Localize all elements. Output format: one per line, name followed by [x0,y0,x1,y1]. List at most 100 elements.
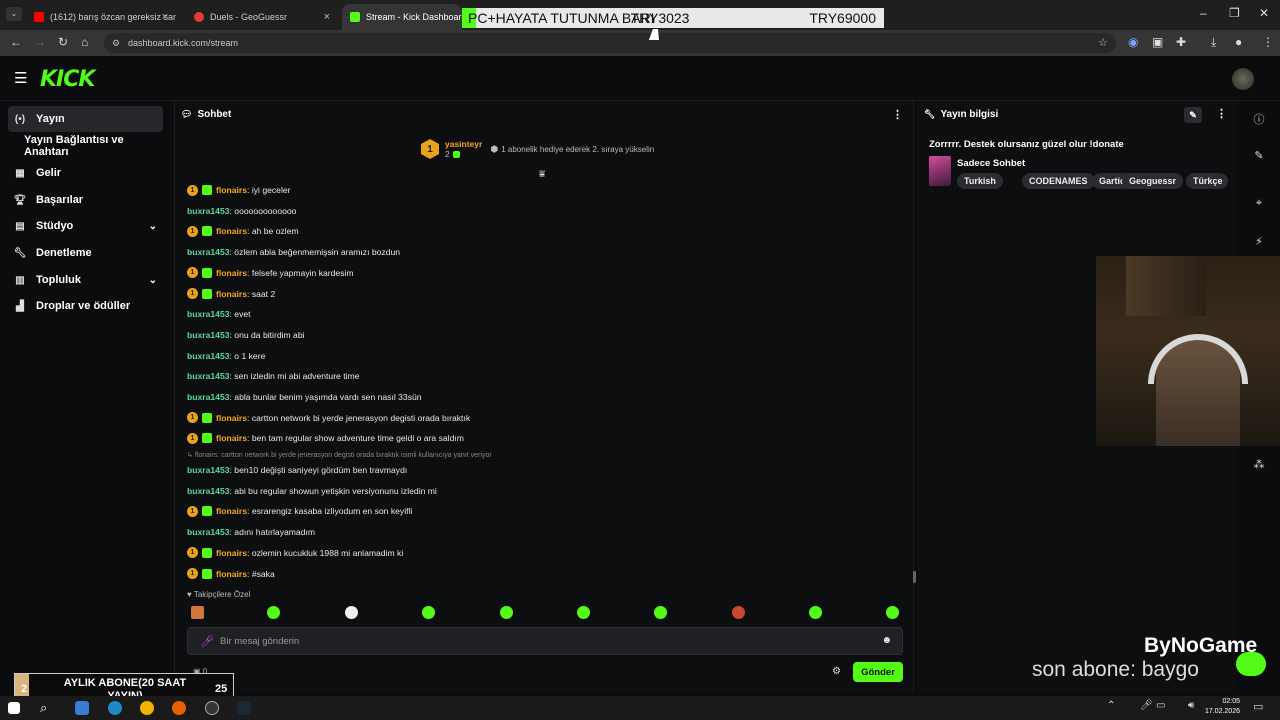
sidebar-item-denetleme[interactable]: 🔧︎ Denetleme [8,240,163,266]
sidebar-item-basarilar[interactable]: 🏆︎ Başarılar [8,187,163,213]
tab-kick-dashboard[interactable]: Stream - Kick Dashboard [342,4,462,30]
tray-volume-icon[interactable]: 🔊︎ [1188,700,1194,711]
chat-username[interactable]: flonairs [216,226,247,236]
emoji-picker-icon[interactable]: ☻ [881,635,892,646]
share-icon[interactable]: ⁂ [1252,458,1266,471]
kick-logo[interactable]: KICK [40,67,95,92]
copilot-icon[interactable] [75,701,89,715]
notification-icon[interactable]: ▭ [1253,700,1263,713]
chat-username[interactable]: buxra1453 [187,247,230,257]
tab-list-button[interactable]: ⌄ [6,7,22,21]
emote-icon[interactable] [345,606,358,619]
forward-icon[interactable]: → [34,35,46,49]
site-info-icon[interactable]: ⚙ [112,33,120,53]
sidebar-item-stream-key[interactable]: Yayın Bağlantısı ve Anahtarı [8,133,163,159]
profile-icon[interactable]: ● [1235,35,1242,49]
home-icon[interactable]: ⌂ [81,35,88,49]
puzzle-icon[interactable]: ✚ [1176,35,1186,49]
chat-username[interactable]: flonairs [216,569,247,579]
tag-codenames[interactable]: CODENAMES [1022,173,1095,189]
emote-icon[interactable] [886,606,899,619]
chat-settings-icon[interactable]: ⚙ [832,666,841,677]
emote-icon[interactable] [654,606,667,619]
search-icon[interactable]: ⌕ [40,700,47,716]
info-menu-icon[interactable]: ⋮ [1216,107,1227,120]
address-bar[interactable]: ⚙ dashboard.kick.com/stream ☆ [104,33,1116,53]
tag-geoguessr[interactable]: Geoguessr [1122,173,1184,189]
steam-icon[interactable] [237,701,251,715]
category-name[interactable]: Sadece Sohbet [957,158,1025,169]
sidebar-item-studyo[interactable]: ▤ Stüdyo ⌄ [8,213,163,239]
lightning-icon[interactable]: ⚡︎ [1252,235,1266,248]
sidebar-item-gelir[interactable]: ▦ Gelir [8,160,163,186]
chat-username[interactable]: buxra1453 [187,486,230,496]
clock[interactable]: 02:05 17.02.2026 [1204,697,1240,717]
chevron-down-icon[interactable]: ⌄ [149,275,157,286]
bookmark-star-icon[interactable]: ☆ [1098,33,1108,53]
chat-username[interactable]: flonairs [216,289,247,299]
scroll-to-bottom-icon[interactable]: ⩸ [539,169,545,180]
sidebar-item-droplar[interactable]: ▟ Droplar ve ödüller [8,293,163,319]
restore-icon[interactable]: ❐ [1229,6,1240,20]
chat-username[interactable]: buxra1453 [187,371,230,381]
download-icon[interactable]: ⤓ [1211,35,1216,50]
emote-icon[interactable] [500,606,513,619]
extension-icon[interactable]: ◉ [1128,35,1138,49]
chat-username[interactable]: buxra1453 [187,330,230,340]
chat-username[interactable]: flonairs [216,268,247,278]
obs-icon[interactable] [205,701,219,715]
microphone-icon[interactable]: 🎤︎ [200,635,214,648]
chat-username[interactable]: flonairs [216,413,247,423]
close-icon[interactable]: × [324,11,330,23]
emote-icon[interactable] [191,606,204,619]
chat-username[interactable]: buxra1453 [187,527,230,537]
tag-turkish[interactable]: Turkish [957,173,1003,189]
emote-icon[interactable] [267,606,280,619]
send-button[interactable]: Gönder [853,662,903,682]
chevron-down-icon[interactable]: ⌄ [149,221,157,232]
emote-icon[interactable] [577,606,590,619]
emote-icon[interactable] [809,606,822,619]
tray-network-icon[interactable]: ▭ [1156,700,1165,711]
pencil-icon[interactable]: ✎ [1252,149,1266,162]
chat-menu-icon[interactable]: ⋮ [892,108,903,121]
chat-scrollbar[interactable] [913,571,916,583]
edit-icon[interactable]: ✎ [1184,107,1202,123]
pinned-username[interactable]: yasinteyr [445,139,482,149]
tag-turkce[interactable]: Türkçe [1186,173,1228,189]
start-icon[interactable] [8,702,20,714]
chat-username[interactable]: flonairs [216,548,247,558]
sidebar-item-topluluk[interactable]: ▥ Topluluk ⌄ [8,267,163,293]
chat-message-input[interactable]: 🎤︎ Bir mesaj gönderin ☻ [187,627,903,655]
minimize-icon[interactable]: – [1200,6,1207,20]
chat-username[interactable]: buxra1453 [187,392,230,402]
user-avatar[interactable] [1232,68,1254,90]
emote-icon[interactable] [732,606,745,619]
hamburger-menu-icon[interactable]: ☰ [14,69,27,87]
edge-icon[interactable] [108,701,122,715]
reload-icon[interactable]: ↻ [58,35,68,49]
chat-username[interactable]: buxra1453 [187,309,230,319]
chat-username[interactable]: buxra1453 [187,465,230,475]
close-icon[interactable]: × [162,11,168,23]
tray-mic-icon[interactable]: 🎤︎ [1140,700,1153,711]
chat-username[interactable]: buxra1453 [187,351,230,361]
browser-menu-icon[interactable]: ⋮ [1262,35,1274,49]
tab-geoguessr[interactable]: Duels - GeoGuessr × [186,4,338,30]
chat-username[interactable]: flonairs [216,433,247,443]
focus-icon[interactable]: ⌖ [1252,197,1266,210]
chat-username[interactable]: flonairs [216,185,247,195]
tray-chevron-icon[interactable]: ⌃ [1107,700,1115,711]
tab-search-icon[interactable]: ▣ [1152,35,1163,49]
sidebar-item-yayin[interactable]: (•) Yayın [8,106,163,132]
emote-icon[interactable] [422,606,435,619]
chat-username[interactable]: buxra1453 [187,206,230,216]
back-icon[interactable]: ← [10,35,22,49]
chat-message-text: : evet [229,309,251,320]
tab-youtube[interactable]: (1612) barış özcan gereksiz san × [26,4,176,30]
chat-username[interactable]: flonairs [216,506,247,516]
window-close-icon[interactable]: ✕ [1259,6,1269,20]
info-icon[interactable]: ⓘ [1252,111,1266,127]
chrome-icon[interactable] [140,701,154,715]
firefox-icon[interactable] [172,701,186,715]
